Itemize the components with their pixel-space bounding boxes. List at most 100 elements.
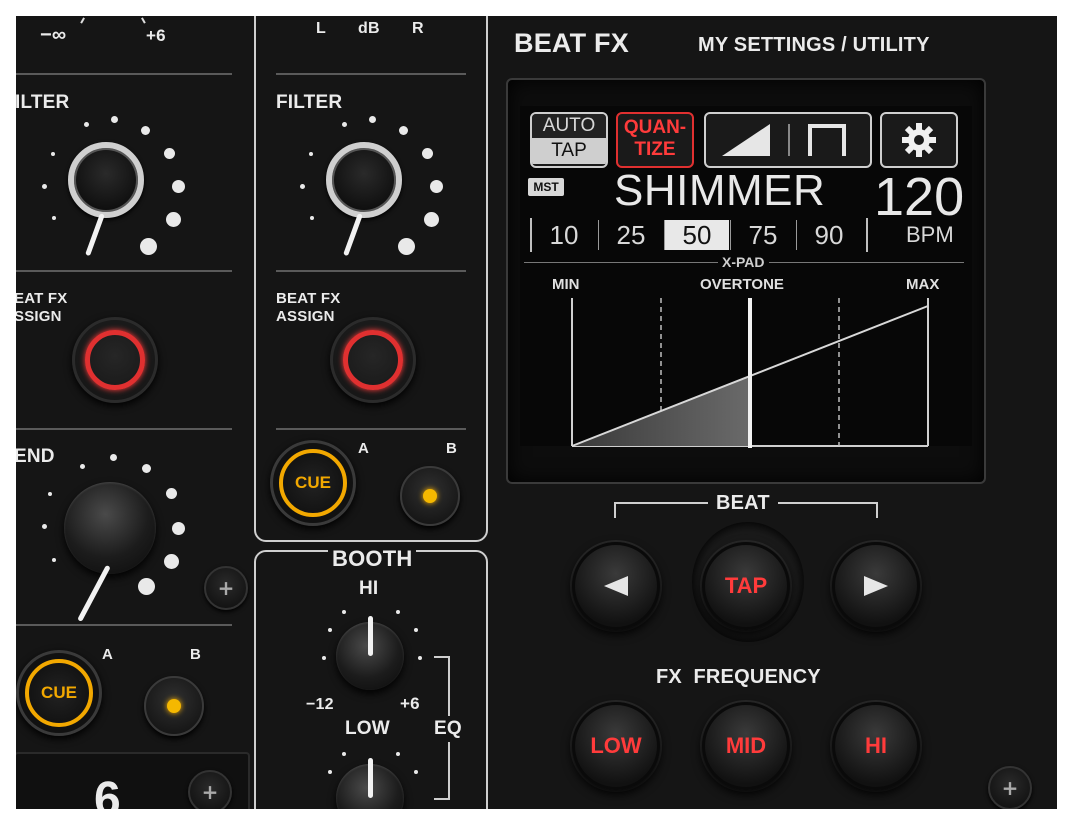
hi-label: HI bbox=[865, 733, 887, 758]
my-settings-utility-label: MY SETTINGS / UTILITY bbox=[698, 34, 930, 56]
quantize-label: QUAN- bbox=[623, 117, 687, 138]
knob-dot bbox=[342, 610, 346, 614]
divider bbox=[276, 428, 466, 430]
knob-dot bbox=[52, 216, 56, 220]
booth-hi-label: HI bbox=[359, 578, 379, 599]
crossfader-assign-button[interactable] bbox=[400, 466, 460, 526]
filter-knob[interactable] bbox=[42, 116, 185, 257]
knob-cap bbox=[326, 142, 402, 218]
knob-dot bbox=[414, 628, 418, 632]
xpad-area[interactable] bbox=[520, 292, 972, 452]
settings-button[interactable] bbox=[880, 112, 958, 168]
knob-dot bbox=[418, 656, 422, 660]
led-indicator bbox=[167, 699, 181, 713]
knob-dot bbox=[52, 558, 56, 562]
knob-dot bbox=[309, 152, 313, 156]
beat-fx-assign-button[interactable] bbox=[72, 317, 158, 403]
fx-frequency-hi-button[interactable]: HI bbox=[832, 702, 920, 790]
booth-hi-knob[interactable] bbox=[322, 610, 422, 692]
knob-dot bbox=[414, 770, 418, 774]
knob-dot bbox=[42, 184, 47, 189]
mid-label: MID bbox=[725, 733, 767, 758]
beat-fx-title: BEAT FX bbox=[514, 28, 629, 58]
filter-label: FILTER bbox=[276, 92, 343, 113]
knob-dot bbox=[322, 656, 326, 660]
bpm-unit: BPM bbox=[906, 222, 954, 247]
gate-icon bbox=[808, 124, 846, 156]
level-scale-tick bbox=[75, 16, 85, 24]
eq-label: EQ bbox=[434, 716, 462, 742]
beat-value-75[interactable]: 75 bbox=[730, 220, 795, 250]
level-scale-tick bbox=[141, 16, 151, 24]
knob-dot bbox=[300, 184, 305, 189]
fx-frequency-low-button[interactable]: LOW bbox=[572, 702, 660, 790]
knob-dot bbox=[164, 554, 179, 569]
booth-min-label: −12 bbox=[306, 696, 334, 713]
beat-value-10[interactable]: 10 bbox=[532, 220, 596, 250]
tap-label: TAP bbox=[532, 138, 606, 164]
knob-dot bbox=[399, 126, 408, 135]
filter-knob[interactable] bbox=[300, 116, 443, 257]
crossfader-b-label: B bbox=[190, 646, 202, 663]
gear-icon bbox=[902, 123, 936, 157]
knob-indicator bbox=[77, 564, 111, 622]
knob-dot bbox=[48, 492, 52, 496]
screw-icon: + bbox=[988, 766, 1032, 809]
beat-fx-display[interactable]: AUTO TAP QUAN- TIZE MST SHIMMER 120 BPM … bbox=[520, 106, 972, 448]
knob-cap bbox=[64, 482, 156, 574]
booth-low-label: LOW bbox=[345, 718, 390, 739]
send-knob[interactable] bbox=[42, 454, 185, 622]
ramp-icon bbox=[722, 124, 770, 156]
triangle-right-icon bbox=[864, 576, 888, 596]
beat-value-25[interactable]: 25 bbox=[598, 220, 663, 250]
beat-value-50[interactable]: 50 bbox=[664, 220, 729, 250]
auto-tap-button[interactable]: AUTO TAP bbox=[530, 112, 608, 168]
left-channel-strip: −∞ +6 ILTER EAT FX SSIGN END + CUE A B 6… bbox=[16, 16, 250, 809]
booth-low-knob[interactable] bbox=[328, 752, 418, 809]
knob-indicator bbox=[368, 758, 373, 798]
fx-shape-selector[interactable] bbox=[704, 112, 872, 168]
knob-dot bbox=[138, 578, 155, 595]
screw-icon: + bbox=[188, 770, 232, 809]
cue-button[interactable]: CUE bbox=[16, 650, 102, 736]
knob-dot bbox=[84, 122, 89, 127]
mst-badge: MST bbox=[528, 178, 564, 196]
crossfader-a-label: A bbox=[102, 646, 114, 663]
knob-dot bbox=[430, 180, 443, 193]
quantize-button[interactable]: QUAN- TIZE bbox=[616, 112, 694, 168]
screw-icon: + bbox=[204, 566, 248, 610]
knob-dot bbox=[111, 116, 118, 123]
crossfader-assign-button[interactable] bbox=[144, 676, 204, 736]
level-l-label: L bbox=[316, 20, 326, 37]
cue-label: CUE bbox=[279, 449, 347, 517]
beat-left-button[interactable] bbox=[572, 542, 660, 630]
divider bbox=[276, 270, 466, 272]
beat-value-90[interactable]: 90 bbox=[796, 220, 861, 250]
tap-button-label: TAP bbox=[724, 573, 768, 598]
separator bbox=[788, 124, 790, 156]
beat-fx-assign-button[interactable] bbox=[330, 317, 416, 403]
led-ring bbox=[85, 330, 145, 390]
led-indicator bbox=[423, 489, 437, 503]
knob-indicator bbox=[368, 616, 373, 656]
xpad-max-label: MAX bbox=[906, 276, 940, 293]
level-min-label: −∞ bbox=[40, 24, 67, 46]
knob-dot bbox=[328, 628, 332, 632]
knob-dot bbox=[342, 752, 346, 756]
knob-dot bbox=[328, 770, 332, 774]
xpad-min-label: MIN bbox=[552, 276, 580, 293]
crossfader-a-label: A bbox=[358, 440, 370, 457]
knob-dot bbox=[396, 610, 400, 614]
fx-frequency-mid-button[interactable]: MID bbox=[702, 702, 790, 790]
knob-dot bbox=[396, 752, 400, 756]
knob-dot bbox=[140, 238, 157, 255]
divider bbox=[16, 270, 232, 272]
knob-dot bbox=[424, 212, 439, 227]
tap-button[interactable]: TAP bbox=[702, 542, 790, 630]
knob-dot bbox=[51, 152, 55, 156]
beat-fx-screen-bezel: AUTO TAP QUAN- TIZE MST SHIMMER 120 BPM … bbox=[506, 78, 986, 484]
knob-cap bbox=[68, 142, 144, 218]
mixer-panel: −∞ +6 ILTER EAT FX SSIGN END + CUE A B 6… bbox=[16, 16, 1057, 809]
beat-right-button[interactable] bbox=[832, 542, 920, 630]
cue-button[interactable]: CUE bbox=[270, 440, 356, 526]
